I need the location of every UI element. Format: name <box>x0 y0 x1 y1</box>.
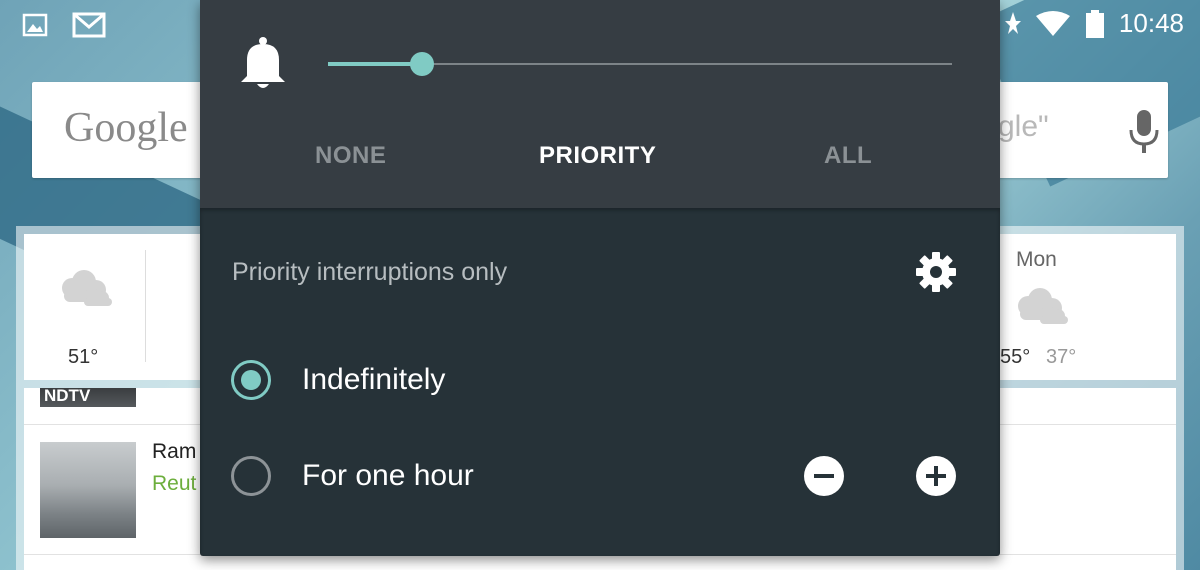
news-title[interactable]: Ram <box>152 440 196 464</box>
increase-button[interactable] <box>916 456 956 496</box>
cloud-icon <box>62 270 112 306</box>
minus-icon <box>814 474 834 478</box>
radio-one-hour[interactable] <box>231 456 271 496</box>
option-one-hour[interactable]: For one hour <box>302 459 474 493</box>
news-source-top: NDTV <box>44 386 91 405</box>
status-bar-right: 10:48 <box>999 8 1184 39</box>
image-icon <box>22 13 48 37</box>
decrease-button[interactable] <box>804 456 844 496</box>
weather-divider <box>145 250 146 362</box>
slider-thumb[interactable] <box>409 52 434 76</box>
volume-slider[interactable] <box>328 52 952 76</box>
gmail-icon <box>72 12 106 38</box>
plus-icon <box>926 466 946 486</box>
bell-icon <box>241 37 285 88</box>
tab-none[interactable]: NONE <box>315 142 386 170</box>
volume-section: NONE PRIORITY ALL <box>200 0 1000 208</box>
current-temp: 51° <box>68 346 99 368</box>
tab-priority[interactable]: PRIORITY <box>539 142 656 170</box>
news-thumbnail[interactable] <box>40 442 136 538</box>
gear-icon[interactable] <box>914 250 958 294</box>
star-icon <box>1004 11 1021 34</box>
search-hint: gle" <box>998 110 1049 143</box>
google-logo: Google <box>64 105 188 151</box>
option-indefinitely[interactable]: Indefinitely <box>302 363 445 397</box>
priority-heading: Priority interruptions only <box>232 258 508 286</box>
mic-icon[interactable] <box>1126 108 1162 156</box>
forecast-day: Mon <box>1016 248 1057 271</box>
clock: 10:48 <box>1118 8 1184 38</box>
forecast-low: 37° <box>1046 346 1077 368</box>
cloud-icon <box>1018 288 1068 324</box>
tab-all[interactable]: ALL <box>824 142 872 170</box>
status-bar-left <box>22 12 106 38</box>
news-source: Reut <box>152 472 197 495</box>
forecast-high: 55° <box>1000 346 1031 368</box>
wifi-icon <box>1035 10 1070 36</box>
slider-fill <box>328 62 422 66</box>
radio-indefinitely[interactable] <box>231 360 271 400</box>
battery-icon <box>1085 9 1104 38</box>
interruptions-panel: NONE PRIORITY ALL Priority interruptions… <box>200 0 1000 556</box>
